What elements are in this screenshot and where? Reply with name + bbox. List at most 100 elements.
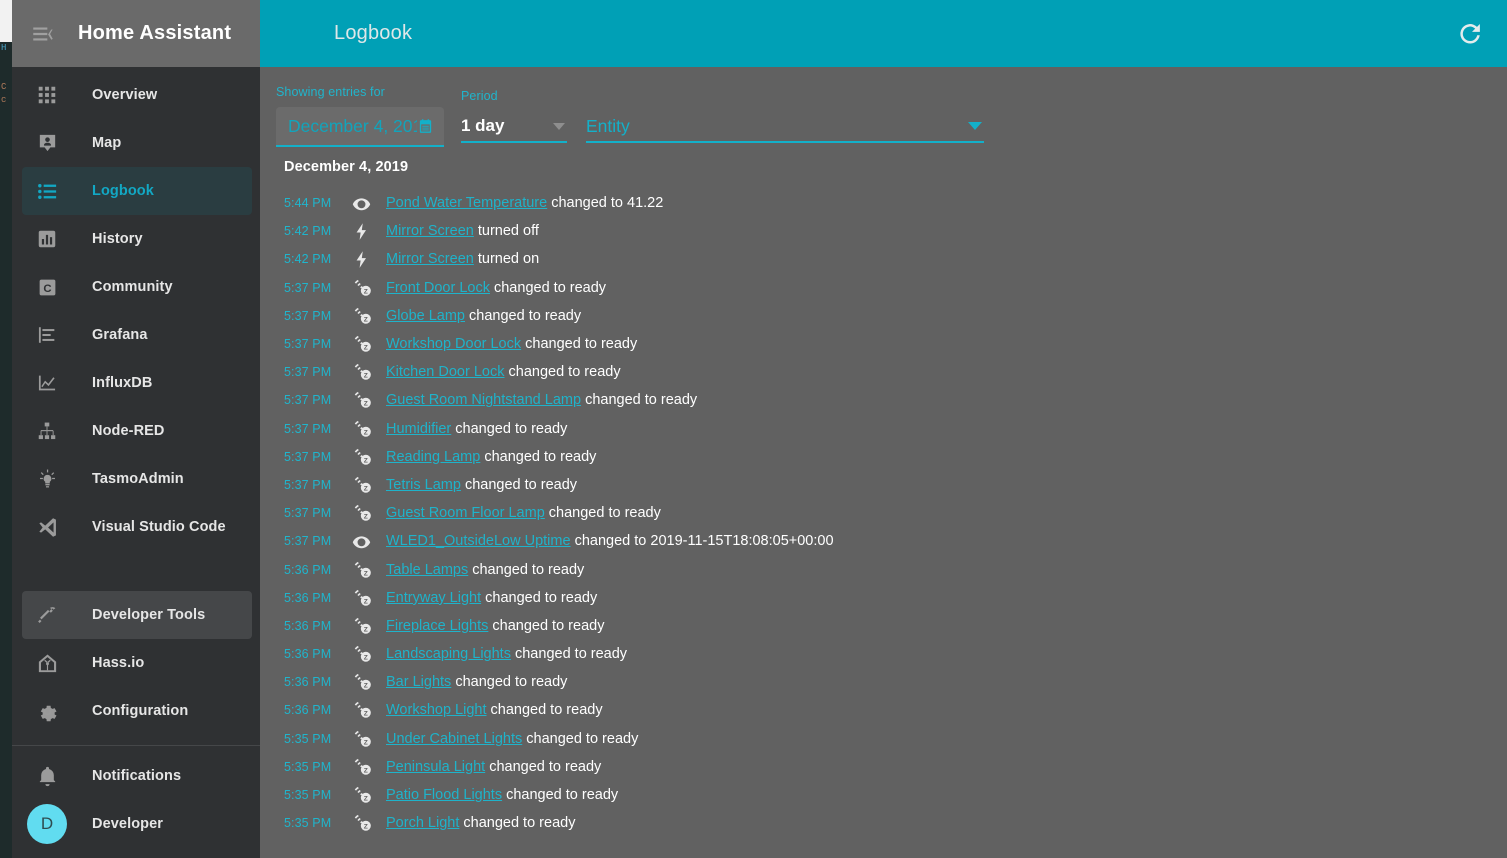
svg-text:Z: Z [364,429,368,436]
app-title: Home Assistant [78,22,232,44]
entry-state-text: changed to ready [502,787,619,804]
vscode-icon [34,514,60,540]
entry-entity-link[interactable]: Guest Room Nightstand Lamp [386,392,581,408]
sidebar-item-history[interactable]: History [22,215,252,263]
entry-entity-link[interactable]: Fireplace Lights [386,618,488,634]
entry-message: Front Door Lock changed to ready [386,280,606,296]
svg-text:Z: Z [364,401,368,408]
zwave-icon: Z [352,757,386,777]
sidebar-item-notifications[interactable]: Notifications [22,752,252,800]
entry-entity-link[interactable]: Peninsula Light [386,759,485,775]
entry-entity-link[interactable]: Globe Lamp [386,308,465,324]
entry-timestamp: 5:37 PM [284,365,332,380]
sidebar-nav: Overview Map Logbook History C Community… [12,67,260,591]
map-marker-account-icon [34,130,60,156]
svg-text:Z: Z [364,655,368,662]
entry-state-text: changed to ready [544,505,661,522]
entry-message: Landscaping Lights changed to ready [386,646,627,662]
entry-state-text: changed to ready [468,561,585,578]
entry-entity-link[interactable]: Workshop Door Lock [386,336,521,352]
svg-text:Z: Z [364,626,368,633]
sidebar-item-configuration[interactable]: Configuration [22,687,252,735]
background-text-line: H [1,43,7,53]
sidebar-item-overview[interactable]: Overview [22,71,252,119]
logbook-entry: 5:36 PM Z Entryway Light changed to ready [284,584,1507,612]
entity-select[interactable]: Entity [586,111,984,143]
sidebar-item-label: Notifications [92,768,182,784]
svg-text:Z: Z [364,570,368,577]
logbook-entry: 5:42 PM Mirror Screen turned off [284,217,1507,245]
entry-state-text: changed to ready [488,617,605,634]
entry-entity-link[interactable]: Entryway Light [386,590,481,606]
svg-text:Z: Z [364,796,368,803]
sidebar-item-logbook[interactable]: Logbook [22,167,252,215]
entry-state-text: turned off [473,223,539,240]
entry-entity-link[interactable]: Front Door Lock [386,280,490,296]
logbook-entry: 5:37 PM WLED1_OutsideLow Uptime changed t… [284,527,1507,555]
zwave-icon: Z [352,700,386,720]
entry-state-text: changed to ready [465,307,582,324]
logbook-entry: 5:37 PM Z Globe Lamp changed to ready [284,302,1507,330]
entry-entity-link[interactable]: Bar Lights [386,674,451,690]
entry-entity-link[interactable]: Patio Flood Lights [386,787,502,803]
sidebar-item-user-developer[interactable]: D Developer [22,800,252,848]
date-input[interactable]: December 4, 2019 [276,107,444,147]
entry-entity-link[interactable]: Mirror Screen [386,251,474,267]
entry-entity-link[interactable]: Workshop Light [386,702,486,718]
entry-entity-link[interactable]: WLED1_OutsideLow Uptime [386,533,571,549]
entity-select-placeholder: Entity [586,115,630,136]
sidebar-item-node-red[interactable]: Node-RED [22,407,252,455]
period-select[interactable]: 1 day [461,111,567,143]
entry-timestamp: 5:36 PM [284,590,332,605]
sidebar-item-label: InfluxDB [92,375,153,391]
entry-entity-link[interactable]: Humidifier [386,421,451,437]
entry-entity-link[interactable]: Kitchen Door Lock [386,364,504,380]
entry-timestamp: 5:35 PM [284,731,332,746]
svg-text:Z: Z [364,345,368,352]
sidebar-item-tasmoadmin[interactable]: TasmoAdmin [22,455,252,503]
avatar: D [27,804,67,844]
sidebar-item-community[interactable]: C Community [22,263,252,311]
sidebar-item-grafana[interactable]: Grafana [22,311,252,359]
refresh-icon[interactable] [1455,19,1485,49]
entry-entity-link[interactable]: Guest Room Floor Lamp [386,505,545,521]
sidebar-item-visual-studio-code[interactable]: Visual Studio Code [22,503,252,551]
sidebar: Home Assistant Overview Map Logbook Hist… [12,0,260,858]
logbook-entry: 5:35 PM Z Patio Flood Lights changed to re… [284,781,1507,809]
entry-state-text: changed to ready [581,392,698,409]
entry-state-text: changed to ready [481,589,598,606]
entry-message: Mirror Screen turned on [386,251,539,267]
entry-message: Entryway Light changed to ready [386,590,597,606]
entry-entity-link[interactable]: Porch Light [386,815,459,831]
sidebar-item-hassio[interactable]: Hass.io [22,639,252,687]
entry-entity-link[interactable]: Under Cabinet Lights [386,731,522,747]
calendar-icon[interactable] [417,118,434,135]
sidebar-item-label: Logbook [92,183,154,199]
logbook-entry: 5:36 PM Z Landscaping Lights changed to re… [284,640,1507,668]
entry-entity-link[interactable]: Mirror Screen [386,223,474,239]
eye-icon [352,532,386,551]
entry-entity-link[interactable]: Reading Lamp [386,449,480,465]
menu-open-icon[interactable] [30,21,56,47]
entry-state-text: changed to ready [522,730,639,747]
logbook-entry: 5:36 PM Z Workshop Light changed to ready [284,696,1507,724]
sidebar-item-influxdb[interactable]: InfluxDB [22,359,252,407]
entry-entity-link[interactable]: Table Lamps [386,562,468,578]
svg-text:Z: Z [364,288,368,295]
logbook-entry: 5:37 PM Z Workshop Door Lock changed to re… [284,330,1507,358]
entry-entity-link[interactable]: Tetris Lamp [386,477,461,493]
sidebar-item-label: TasmoAdmin [92,471,184,487]
entry-state-text: changed to ready [521,336,638,353]
entry-timestamp: 5:35 PM [284,788,332,803]
svg-text:Z: Z [364,739,368,746]
sidebar-item-map[interactable]: Map [22,119,252,167]
entry-entity-link[interactable]: Pond Water Temperature [386,195,547,211]
sidebar-item-developer-tools[interactable]: Developer Tools [22,591,252,639]
logbook-day-heading: December 4, 2019 [284,159,409,175]
entry-entity-link[interactable]: Landscaping Lights [386,646,511,662]
background-window-titlebar [0,0,12,42]
view-dashboard-icon [34,82,60,108]
main-panel: Logbook Showing entries for December 4, … [260,0,1507,858]
entry-timestamp: 5:37 PM [284,393,332,408]
zwave-icon: Z [352,475,386,495]
